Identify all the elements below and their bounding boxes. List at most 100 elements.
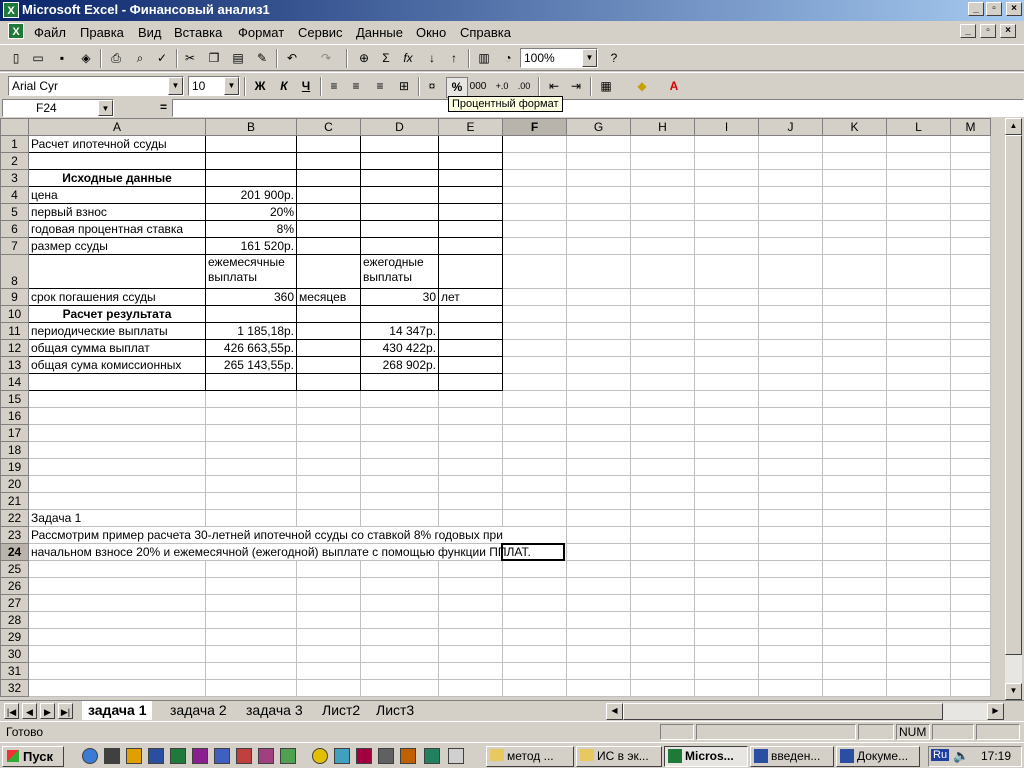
cell[interactable] [630, 645, 695, 663]
menu-data[interactable]: Данные [356, 25, 403, 40]
cell[interactable] [758, 169, 823, 187]
cell[interactable] [630, 305, 695, 323]
column-header[interactable]: B [205, 118, 297, 136]
menu-insert[interactable]: Вставка [174, 25, 222, 40]
cell[interactable] [502, 237, 567, 255]
cell[interactable] [758, 458, 823, 476]
scroll-up-arrow-icon[interactable]: ▲ [1005, 118, 1022, 135]
cell[interactable] [205, 407, 297, 425]
chevron-down-icon[interactable]: ▼ [168, 77, 183, 95]
cell[interactable] [630, 135, 695, 153]
cell[interactable] [205, 611, 297, 629]
cell[interactable] [630, 594, 695, 612]
cell[interactable] [566, 373, 631, 391]
cell[interactable] [566, 356, 631, 374]
row-header[interactable]: 14 [0, 373, 29, 391]
column-header[interactable]: A [28, 118, 206, 136]
cell[interactable] [296, 169, 361, 187]
app-shortcut-icon[interactable] [448, 748, 464, 764]
cell[interactable] [296, 424, 361, 442]
cell[interactable] [296, 594, 361, 612]
borders-icon[interactable]: ▦ [596, 77, 616, 96]
cell[interactable] [630, 560, 695, 578]
column-header[interactable]: H [630, 118, 695, 136]
menu-edit[interactable]: Правка [80, 25, 124, 40]
cell-D9[interactable]: 30 [360, 288, 439, 306]
cell[interactable] [438, 407, 503, 425]
cell[interactable] [822, 475, 887, 493]
cell[interactable] [360, 560, 439, 578]
cell[interactable] [360, 679, 439, 697]
cell[interactable] [886, 322, 951, 340]
workbook-icon[interactable]: X [8, 23, 24, 39]
formula-input[interactable] [172, 99, 1024, 117]
maximize-button[interactable]: ▫ [986, 2, 1002, 16]
taskbar-button-folder-1[interactable]: метод ... [486, 746, 574, 767]
cell[interactable] [296, 441, 361, 459]
cell[interactable] [950, 220, 991, 238]
save-icon[interactable]: ▪ [52, 49, 72, 68]
minimize-button[interactable]: _ [968, 2, 984, 16]
cell[interactable] [950, 135, 991, 153]
cell[interactable] [758, 407, 823, 425]
active-cell-cursor[interactable] [501, 543, 565, 561]
cell[interactable] [438, 611, 503, 629]
cut-icon[interactable]: ✂ [180, 49, 200, 68]
cell[interactable] [886, 679, 951, 697]
cell[interactable] [758, 424, 823, 442]
cell[interactable] [758, 237, 823, 255]
cell[interactable] [28, 373, 206, 391]
cell[interactable] [296, 220, 361, 238]
cell[interactable] [296, 611, 361, 629]
cell[interactable] [566, 662, 631, 680]
cell[interactable] [950, 356, 991, 374]
cell[interactable] [502, 407, 567, 425]
cell[interactable] [360, 441, 439, 459]
scroll-thumb[interactable] [1005, 135, 1022, 655]
cell[interactable] [886, 339, 951, 357]
row-header[interactable]: 13 [0, 356, 29, 374]
cell[interactable] [296, 339, 361, 357]
spelling-icon[interactable]: ✓ [152, 49, 172, 68]
cell[interactable] [694, 237, 759, 255]
cell[interactable] [630, 322, 695, 340]
cell-B5[interactable]: 20% [205, 203, 297, 221]
new-document-icon[interactable]: ▯ [6, 49, 26, 68]
cell[interactable] [950, 186, 991, 204]
cell[interactable] [694, 458, 759, 476]
percent-button[interactable]: % [446, 77, 468, 98]
cell[interactable] [694, 543, 759, 561]
print-preview-icon[interactable]: ⌕ [130, 49, 150, 68]
chevron-down-icon[interactable]: ▼ [582, 49, 597, 67]
row-header[interactable]: 10 [0, 305, 29, 323]
access-icon[interactable] [192, 748, 208, 764]
cell[interactable] [566, 424, 631, 442]
cell[interactable] [566, 441, 631, 459]
menu-help[interactable]: Справка [460, 25, 511, 40]
autosum-icon[interactable]: Σ [376, 49, 396, 68]
function-icon[interactable]: fx [398, 49, 418, 68]
cell[interactable] [566, 679, 631, 697]
cell[interactable] [28, 254, 206, 289]
cell[interactable] [694, 373, 759, 391]
cell[interactable] [694, 356, 759, 374]
row-header[interactable]: 18 [0, 441, 29, 459]
cell[interactable] [886, 628, 951, 646]
word-icon[interactable] [148, 748, 164, 764]
app-shortcut-icon[interactable] [424, 748, 440, 764]
cell[interactable] [566, 152, 631, 170]
cell[interactable] [502, 441, 567, 459]
row-header[interactable]: 22 [0, 509, 29, 527]
cell[interactable] [438, 458, 503, 476]
horizontal-scroll-thumb[interactable] [623, 703, 943, 720]
cell-A4[interactable]: цена [28, 186, 206, 204]
redo-icon[interactable]: ↷ [316, 49, 336, 68]
cell[interactable] [886, 254, 951, 289]
cell-B7[interactable]: 161 520р. [205, 237, 297, 255]
cell[interactable] [758, 475, 823, 493]
cell[interactable] [694, 288, 759, 306]
align-center-icon[interactable]: ≡ [346, 77, 366, 96]
cell[interactable] [502, 288, 567, 306]
prev-sheet-icon[interactable]: ◀ [22, 703, 37, 719]
cell[interactable] [296, 356, 361, 374]
